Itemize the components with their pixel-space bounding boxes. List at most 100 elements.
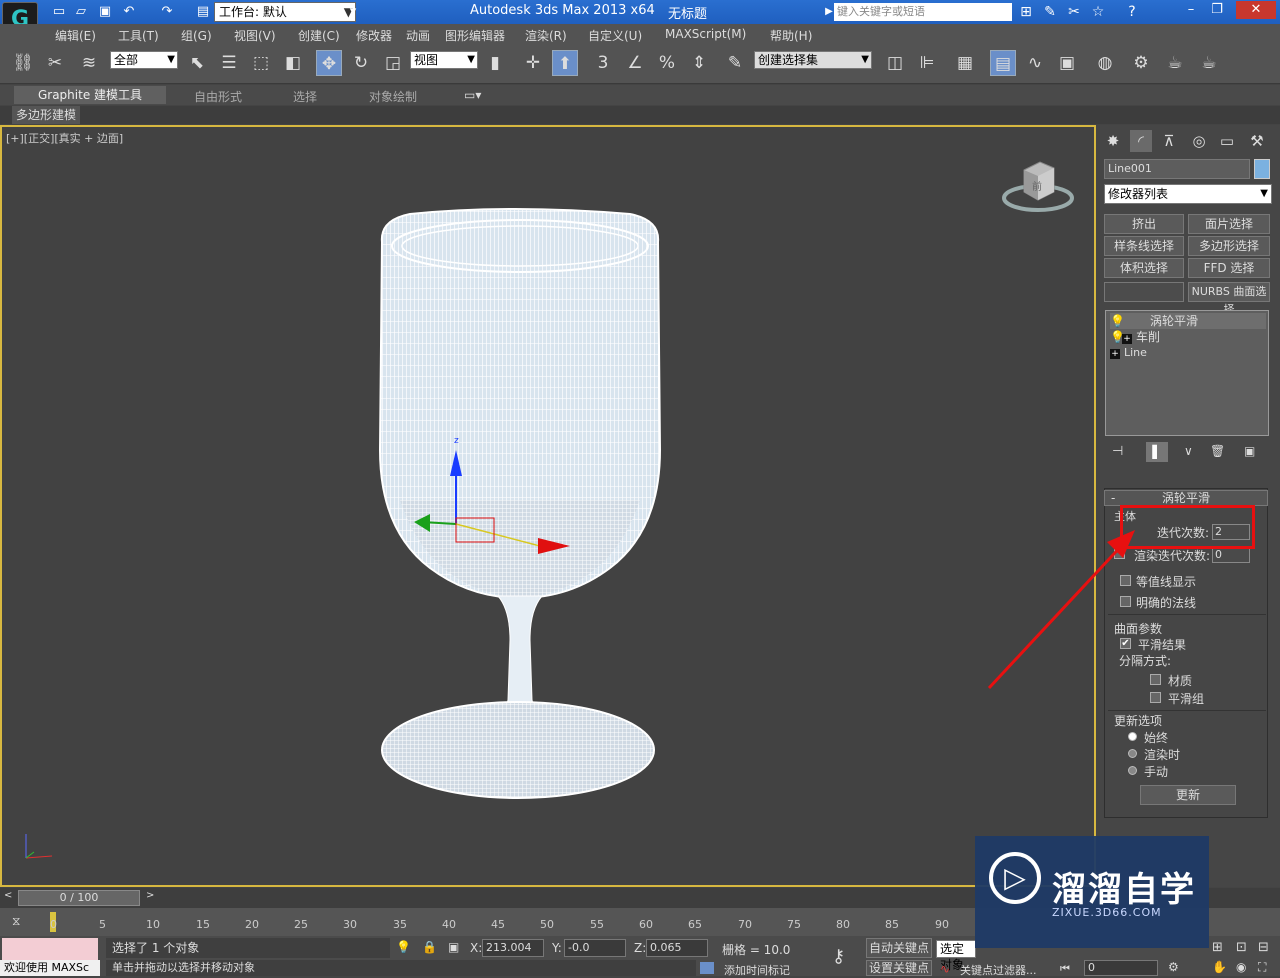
favorites-star-icon[interactable]: ☆ bbox=[1088, 3, 1108, 21]
expand-icon[interactable]: + bbox=[1110, 349, 1120, 359]
selection-lock-icon[interactable]: 🔒 bbox=[422, 940, 437, 954]
menu-graph-editors[interactable]: 图形编辑器 bbox=[445, 27, 505, 44]
select-and-rotate-icon[interactable]: ↻ bbox=[348, 50, 374, 76]
unlink-icon[interactable]: ✂ bbox=[42, 50, 68, 76]
menu-create[interactable]: 创建(C) bbox=[298, 27, 340, 44]
keyboard-shortcut-override-icon[interactable]: ⬆ bbox=[552, 50, 578, 76]
lightbulb-icon[interactable]: 💡 bbox=[1110, 329, 1125, 345]
x-coordinate-field[interactable]: 213.004 bbox=[482, 939, 544, 957]
tab-object-paint[interactable]: 对象绘制 bbox=[369, 88, 417, 105]
next-frame-icon[interactable]: > bbox=[146, 890, 154, 901]
smoothing-groups-checkbox[interactable] bbox=[1150, 692, 1161, 703]
rendered-frame-window-icon[interactable]: ☕ bbox=[1162, 50, 1188, 76]
snaps-toggle-icon[interactable]: 3 bbox=[590, 50, 616, 76]
show-end-result-icon[interactable]: ▌ bbox=[1146, 442, 1168, 462]
polygon-modeling-panel[interactable]: 多边形建模 bbox=[12, 106, 81, 124]
when-rendering-radio[interactable] bbox=[1128, 749, 1137, 758]
tab-selection[interactable]: 选择 bbox=[293, 88, 317, 105]
set-key-button[interactable]: 设置关键点 bbox=[866, 960, 932, 976]
viewcube-icon[interactable]: 前 bbox=[1002, 158, 1078, 218]
select-and-scale-icon[interactable]: ◲ bbox=[380, 50, 406, 76]
stack-item-line[interactable]: + Line bbox=[1110, 345, 1147, 361]
key-filter-icon[interactable]: ∿ bbox=[940, 962, 950, 976]
set-key-icon[interactable]: ⚷ bbox=[832, 946, 845, 967]
menu-animation[interactable]: 动画 bbox=[406, 27, 430, 44]
spline-select-button[interactable]: 样条线选择 bbox=[1104, 236, 1184, 256]
ribbon-options-icon[interactable]: ▭▾ bbox=[464, 88, 481, 102]
select-and-move-icon[interactable]: ✥ bbox=[316, 50, 342, 76]
restore-button[interactable]: ❐ bbox=[1204, 1, 1230, 19]
always-radio[interactable] bbox=[1128, 732, 1137, 741]
select-and-manipulate-icon[interactable]: ✛ bbox=[520, 50, 546, 76]
rollout-header[interactable]: - 涡轮平滑 bbox=[1104, 490, 1268, 506]
time-configuration-icon[interactable]: ⚙ bbox=[1168, 960, 1179, 974]
ffd-select-button[interactable]: FFD 选择 bbox=[1188, 258, 1270, 278]
minimize-button[interactable]: – bbox=[1178, 1, 1204, 19]
window-crossing-icon[interactable]: ◧ bbox=[280, 50, 306, 76]
align-icon[interactable]: ⊫ bbox=[914, 50, 940, 76]
extrude-button[interactable]: 挤出 bbox=[1104, 214, 1184, 234]
save-icon[interactable]: ▣ bbox=[96, 3, 114, 21]
binoculars-icon[interactable]: ⊞ bbox=[1016, 3, 1036, 21]
schematic-view-icon[interactable]: ▣ bbox=[1054, 50, 1080, 76]
motion-tab-icon[interactable]: ◎ bbox=[1188, 130, 1210, 152]
stack-item-turbosmooth[interactable]: 💡 涡轮平滑 bbox=[1110, 313, 1266, 329]
link-icon[interactable]: ⛓ bbox=[10, 50, 36, 76]
project-folder-icon[interactable]: ▤ bbox=[194, 3, 212, 21]
remove-modifier-icon[interactable]: 🗑 bbox=[1210, 444, 1225, 458]
configure-modifier-sets-icon[interactable]: ▣ bbox=[1244, 444, 1255, 458]
graphite-toggle-icon[interactable]: ▤ bbox=[990, 50, 1016, 76]
modifier-list-select[interactable]: 修改器列表 ▼ bbox=[1104, 184, 1272, 204]
y-coordinate-field[interactable]: -0.0 bbox=[564, 939, 626, 957]
reference-coordinate-select[interactable]: 视图 ▼ bbox=[410, 51, 478, 69]
workspace-select[interactable]: 工作台: 默认 ▼ bbox=[214, 2, 356, 22]
poly-select-button[interactable]: 多边形选择 bbox=[1188, 236, 1270, 256]
selection-filter-select[interactable]: 全部 ▼ bbox=[110, 51, 178, 69]
tab-graphite-modeling[interactable]: Graphite 建模工具 bbox=[14, 86, 166, 104]
chevron-down-icon[interactable]: ▾ bbox=[344, 3, 362, 21]
absolute-mode-icon[interactable]: ▣ bbox=[448, 940, 459, 954]
stack-item-lathe[interactable]: 💡+ 车削 bbox=[1110, 329, 1160, 345]
pan-view-icon[interactable]: ✋ bbox=[1212, 960, 1227, 974]
render-iters-spinner[interactable]: 0 bbox=[1212, 547, 1250, 563]
spinner-snap-icon[interactable]: ⇕ bbox=[686, 50, 712, 76]
zoom-extents-icon[interactable]: ⊞ bbox=[1212, 940, 1223, 955]
create-tab-icon[interactable]: ✸ bbox=[1102, 130, 1124, 152]
update-button[interactable]: 更新 bbox=[1140, 785, 1236, 805]
modify-tab-icon[interactable]: ◜ bbox=[1130, 130, 1152, 152]
auto-key-button[interactable]: 自动关键点 bbox=[866, 938, 932, 958]
zoom-region-icon[interactable]: ⊟ bbox=[1258, 940, 1269, 955]
menu-views[interactable]: 视图(V) bbox=[234, 27, 276, 44]
new-file-icon[interactable]: ▭ bbox=[50, 3, 68, 21]
maxscript-listener[interactable] bbox=[2, 938, 98, 960]
percent-snap-icon[interactable]: % bbox=[654, 50, 680, 76]
volume-select-button[interactable]: 体积选择 bbox=[1104, 258, 1184, 278]
menu-customize[interactable]: 自定义(U) bbox=[588, 27, 642, 44]
close-button[interactable]: ✕ bbox=[1236, 1, 1276, 19]
curve-editor-icon[interactable]: ∿ bbox=[1022, 50, 1048, 76]
angle-snap-icon[interactable]: ∠ bbox=[622, 50, 648, 76]
time-tag-icon[interactable] bbox=[700, 962, 714, 974]
named-selection-set-select[interactable]: 创建选择集 ▼ bbox=[754, 51, 872, 69]
mini-curve-editor-icon[interactable]: ⧖ bbox=[12, 914, 20, 929]
material-editor-icon[interactable]: ◍ bbox=[1092, 50, 1118, 76]
material-checkbox[interactable] bbox=[1150, 674, 1161, 685]
time-slider[interactable]: 0 / 100 bbox=[18, 890, 140, 906]
open-file-icon[interactable]: ▱ bbox=[72, 3, 90, 21]
menu-edit[interactable]: 编辑(E) bbox=[55, 27, 96, 44]
isolate-selection-icon[interactable]: 💡 bbox=[396, 940, 411, 954]
lightbulb-icon[interactable]: 💡 bbox=[1110, 313, 1125, 329]
rectangular-selection-icon[interactable]: ⬚ bbox=[248, 50, 274, 76]
zoom-all-icon[interactable]: ⊡ bbox=[1236, 940, 1247, 955]
tab-freeform[interactable]: 自由形式 bbox=[194, 88, 242, 105]
orbit-icon[interactable]: ◉ bbox=[1236, 960, 1246, 974]
menu-maxscript[interactable]: MAXScript(M) bbox=[665, 27, 746, 41]
bind-space-warp-icon[interactable]: ≋ bbox=[76, 50, 102, 76]
maxscript-mini-listener[interactable]: 欢迎使用 MAXSc bbox=[0, 960, 100, 976]
patch-select-button[interactable]: 面片选择 bbox=[1188, 214, 1270, 234]
menu-help[interactable]: 帮助(H) bbox=[770, 27, 812, 44]
pin-stack-icon[interactable]: ⊣ bbox=[1112, 444, 1123, 459]
current-frame-field[interactable]: 0 bbox=[1084, 960, 1158, 976]
render-setup-icon[interactable]: ⚙ bbox=[1128, 50, 1154, 76]
communication-icon[interactable]: ✂ bbox=[1064, 3, 1084, 21]
